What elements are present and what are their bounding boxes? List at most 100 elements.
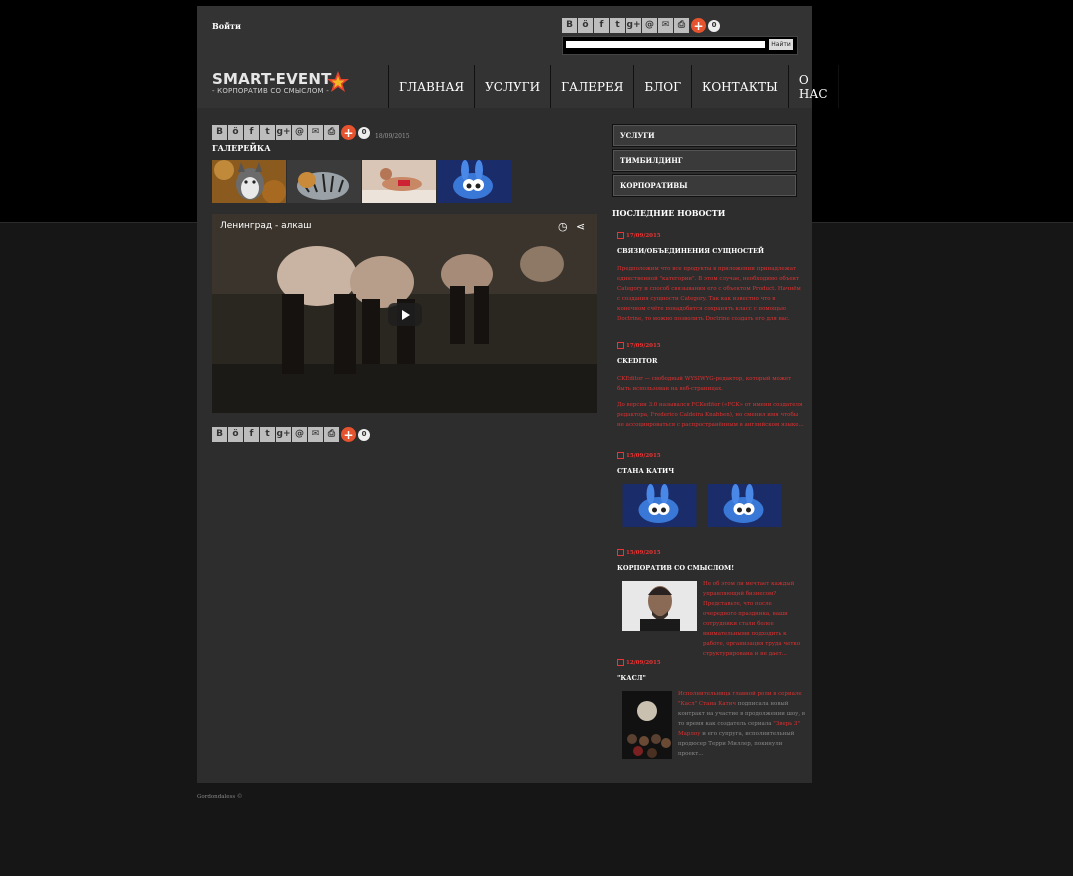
vk-share-icon[interactable]: В	[212, 125, 227, 140]
page-title: ГАЛЕРЕЙКА	[212, 143, 271, 153]
vk-share-icon[interactable]: В	[562, 18, 577, 33]
star-icon	[327, 71, 349, 92]
ok-share-icon[interactable]: ö	[228, 427, 243, 442]
sidebar-item-teambuilding[interactable]: ТИМБИЛДИНГ	[612, 149, 797, 172]
nav-contacts[interactable]: КОНТАКТЫ	[691, 65, 788, 108]
search-form: Найти	[562, 36, 798, 55]
login-link[interactable]: Войти	[212, 21, 241, 31]
share-count: 0	[358, 428, 370, 441]
nav-services[interactable]: УСЛУГИ	[474, 65, 550, 108]
search-input[interactable]	[566, 41, 765, 48]
news-image-bunny[interactable]	[707, 484, 782, 527]
google-plus-share-icon[interactable]: g+	[276, 427, 291, 442]
vk-share-icon[interactable]: В	[212, 427, 227, 442]
google-plus-share-icon[interactable]: g+	[626, 18, 641, 33]
news-title[interactable]: СТАНА КАТИЧ	[617, 467, 805, 475]
news-excerpt: Не об этом ли мечтает каждый управляющий…	[703, 581, 801, 657]
news-date-text: 17/09/2015	[626, 342, 661, 349]
search-button[interactable]: Найти	[769, 39, 793, 50]
news-item: 15/09/2015 СТАНА КАТИЧ	[617, 452, 805, 527]
news-excerpt: CKEditor — свободный WYSIWYG-редактор, к…	[617, 376, 792, 392]
google-plus-share-icon[interactable]: g+	[276, 125, 291, 140]
email-share-icon[interactable]: ✉	[308, 125, 323, 140]
news-body: Не об этом ли мечтает каждый управляющий…	[617, 581, 805, 659]
main-nav: ГЛАВНАЯ УСЛУГИ ГАЛЕРЕЯ БЛОГ КОНТАКТЫ О Н…	[388, 65, 839, 108]
news-item: 15/09/2015 КОРПОРАТИВ СО СМЫСЛОМ! Не об …	[617, 549, 805, 659]
share-bar-bottom: В ö f t g+ @ ✉ ⎙ + 0	[212, 427, 370, 442]
post-date: 18/09/2015	[375, 133, 410, 140]
news-image-man[interactable]	[622, 581, 697, 631]
nav-home[interactable]: ГЛАВНАЯ	[388, 65, 474, 108]
nav-blog[interactable]: БЛОГ	[633, 65, 691, 108]
sidebar-item-services[interactable]: УСЛУГИ	[612, 124, 797, 147]
news-excerpt: Предположим что все продукты в приложени…	[617, 266, 801, 322]
mail-ru-share-icon[interactable]: @	[642, 18, 657, 33]
news-date-text: 12/09/2015	[626, 659, 661, 666]
news-excerpt-2: До версии 3.0 назывался FCKeditor («FCK»…	[617, 402, 804, 428]
nav-about[interactable]: О НАС	[787, 65, 839, 108]
share-count: 0	[358, 126, 370, 139]
news-date-text: 15/09/2015	[626, 549, 661, 556]
news-date: 17/09/2015	[617, 232, 805, 239]
calendar-icon	[617, 549, 624, 556]
news-item: 17/09/2015 СВЯЗИ/ОБЪЕДИНЕНИЯ СУЩНОСТЕЙ П…	[617, 232, 805, 324]
email-share-icon[interactable]: ✉	[658, 18, 673, 33]
news-image-crowd[interactable]	[622, 691, 672, 759]
calendar-icon	[617, 659, 624, 666]
logo-text: SMART-EVENT	[212, 70, 332, 88]
gallery-thumb-husky[interactable]	[212, 160, 286, 203]
email-share-icon[interactable]: ✉	[308, 427, 323, 442]
share-count: 0	[708, 19, 720, 32]
calendar-icon	[617, 452, 624, 459]
sidebar-menu: УСЛУГИ ТИМБИЛДИНГ КОРПОРАТИВЫ	[612, 124, 797, 199]
play-button[interactable]	[388, 303, 422, 326]
news-date: 12/09/2015	[617, 659, 805, 666]
more-share-icon[interactable]: +	[341, 125, 356, 140]
news-title[interactable]: CKEDITOR	[617, 357, 805, 365]
news-date-text: 15/09/2015	[626, 452, 661, 459]
news-title[interactable]: "КАСЛ"	[617, 674, 805, 682]
video-player[interactable]: Ленинград - алкаш ◷ ⋖	[212, 214, 597, 413]
header: Войти В ö f t g+ @ ✉ ⎙ + 0 Найти SMART-E…	[197, 6, 839, 108]
more-share-icon[interactable]: +	[691, 18, 706, 33]
news-heading: ПОСЛЕДНИЕ НОВОСТИ	[612, 208, 726, 218]
calendar-icon	[617, 232, 624, 239]
facebook-share-icon[interactable]: f	[244, 125, 259, 140]
print-icon[interactable]: ⎙	[674, 18, 689, 33]
facebook-share-icon[interactable]: f	[244, 427, 259, 442]
footer-copyright: Gordondaless ©	[197, 794, 243, 800]
more-share-icon[interactable]: +	[341, 427, 356, 442]
news-image-bunny[interactable]	[622, 484, 697, 527]
mail-ru-share-icon[interactable]: @	[292, 125, 307, 140]
news-excerpt: Исполнительница главной роли в сериале "…	[678, 689, 805, 759]
news-date: 15/09/2015	[617, 549, 805, 556]
news-title[interactable]: КОРПОРАТИВ СО СМЫСЛОМ!	[617, 564, 805, 572]
gallery-thumb-woman[interactable]	[362, 160, 436, 203]
ok-share-icon[interactable]: ö	[228, 125, 243, 140]
news-title[interactable]: СВЯЗИ/ОБЪЕДИНЕНИЯ СУЩНОСТЕЙ	[617, 247, 805, 255]
print-icon[interactable]: ⎙	[324, 125, 339, 140]
gallery-thumbnails	[212, 160, 511, 203]
page-container: Войти В ö f t g+ @ ✉ ⎙ + 0 Найти SMART-E…	[197, 6, 839, 783]
twitter-share-icon[interactable]: t	[260, 427, 275, 442]
gallery-thumb-tiger[interactable]	[287, 160, 361, 203]
twitter-share-icon[interactable]: t	[610, 18, 625, 33]
mail-ru-share-icon[interactable]: @	[292, 427, 307, 442]
print-icon[interactable]: ⎙	[324, 427, 339, 442]
nav-gallery[interactable]: ГАЛЕРЕЯ	[550, 65, 633, 108]
news-item: 12/09/2015 "КАСЛ" Исполнительница главно…	[617, 659, 805, 759]
twitter-share-icon[interactable]: t	[260, 125, 275, 140]
logo[interactable]: SMART-EVENT - КОРПОРАТИВ СО СМЫСЛОМ -	[212, 70, 349, 95]
share-icon[interactable]: ⋖	[576, 220, 585, 233]
facebook-share-icon[interactable]: f	[594, 18, 609, 33]
gallery-thumb-bunny[interactable]	[437, 160, 511, 203]
logo-tagline: - КОРПОРАТИВ СО СМЫСЛОМ -	[212, 87, 329, 95]
calendar-icon	[617, 342, 624, 349]
news-date-text: 17/09/2015	[626, 232, 661, 239]
ok-share-icon[interactable]: ö	[578, 18, 593, 33]
share-bar-top: В ö f t g+ @ ✉ ⎙ + 0	[212, 125, 370, 140]
sidebar-item-corporate[interactable]: КОРПОРАТИВЫ	[612, 174, 797, 197]
clock-icon[interactable]: ◷	[558, 220, 568, 233]
video-title: Ленинград - алкаш	[220, 221, 312, 231]
news-images	[622, 484, 805, 527]
